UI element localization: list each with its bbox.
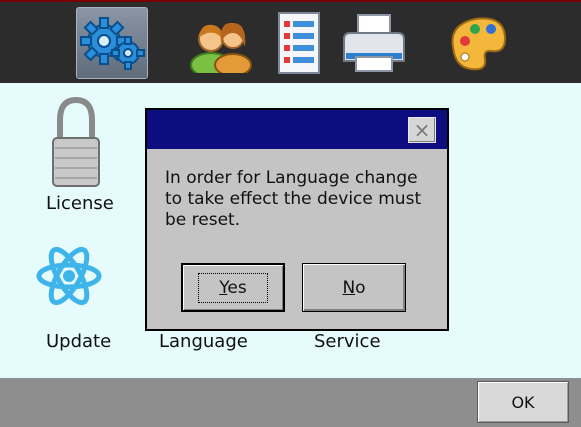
atom-icon[interactable] xyxy=(36,239,102,313)
printer-icon xyxy=(343,14,405,72)
close-icon: × xyxy=(413,118,431,142)
dialog-titlebar xyxy=(147,110,447,149)
palette-icon xyxy=(451,17,507,71)
users-icon xyxy=(190,22,252,73)
yes-button-label: Yes xyxy=(198,272,268,303)
no-button-label: No xyxy=(342,277,366,298)
license-label[interactable]: License xyxy=(46,193,114,214)
palette-tab[interactable] xyxy=(441,7,513,79)
users-tab[interactable] xyxy=(185,7,257,79)
no-button[interactable]: No xyxy=(302,263,406,312)
reset-confirm-dialog: × In order for Language change to take e… xyxy=(145,108,449,331)
language-label[interactable]: Language xyxy=(159,331,248,352)
close-button[interactable]: × xyxy=(408,117,436,143)
top-toolbar xyxy=(0,0,581,83)
list-icon xyxy=(278,12,320,74)
settings-tab[interactable] xyxy=(76,7,148,79)
update-label[interactable]: Update xyxy=(46,331,111,352)
printer-tab[interactable] xyxy=(338,7,410,79)
yes-button[interactable]: Yes xyxy=(181,263,285,312)
dialog-message: In order for Language change to take eff… xyxy=(165,168,422,230)
lock-icon[interactable] xyxy=(50,96,102,190)
ok-button[interactable]: OK xyxy=(477,381,569,423)
gears-icon xyxy=(80,17,145,70)
list-tab[interactable] xyxy=(263,7,335,79)
service-label[interactable]: Service xyxy=(314,331,381,352)
